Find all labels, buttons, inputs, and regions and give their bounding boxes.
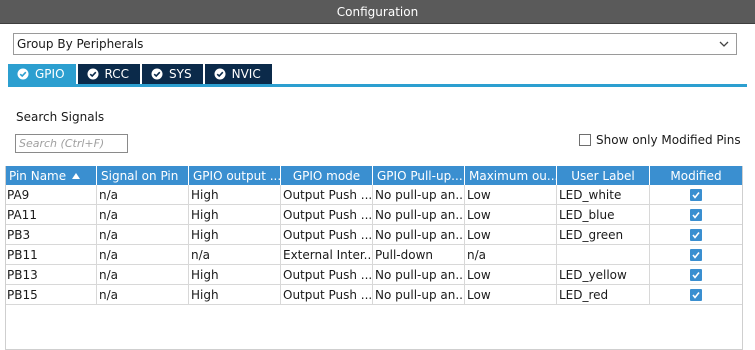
cell-mode: Output Push ... <box>281 265 373 285</box>
cell-modified[interactable] <box>650 285 743 305</box>
column-header-modified[interactable]: Modified <box>650 166 743 185</box>
cell-signal: n/a <box>97 185 189 205</box>
cell-label: LED_red <box>557 285 650 305</box>
tab-label: GPIO <box>35 67 65 81</box>
cell-signal: n/a <box>97 285 189 305</box>
window-title: Configuration <box>336 4 419 19</box>
tab-label: SYS <box>169 67 192 81</box>
cell-pull: No pull-up an... <box>373 225 465 245</box>
table-row[interactable]: PB15 n/a High Output Push ... No pull-up… <box>5 285 743 305</box>
configuration-titlebar: Configuration <box>0 0 755 24</box>
tab-gpio[interactable]: GPIO <box>8 64 76 84</box>
cell-pin: PB13 <box>5 265 97 285</box>
check-circle-icon <box>214 68 226 80</box>
table-row[interactable]: PA11 n/a High Output Push ... No pull-up… <box>5 205 743 225</box>
search-signals-label: Search Signals <box>16 110 105 124</box>
table-row[interactable]: PA9 n/a High Output Push ... No pull-up … <box>5 185 743 205</box>
cell-pin: PB3 <box>5 225 97 245</box>
cell-modified[interactable] <box>650 205 743 225</box>
cell-speed: Low <box>465 225 557 245</box>
cell-mode: Output Push ... <box>281 205 373 225</box>
cell-speed: Low <box>465 205 557 225</box>
cell-modified[interactable] <box>650 225 743 245</box>
cell-output: n/a <box>189 245 281 265</box>
cell-label: LED_blue <box>557 205 650 225</box>
cell-mode: Output Push ... <box>281 285 373 305</box>
tab-label: RCC <box>104 67 130 81</box>
cell-mode: Output Push ... <box>281 225 373 245</box>
column-header-pin-name[interactable]: Pin Name <box>5 166 97 185</box>
checkbox-checked-icon[interactable] <box>690 269 702 281</box>
chevron-down-icon <box>719 41 729 47</box>
search-input[interactable] <box>15 134 128 153</box>
cell-output: High <box>189 225 281 245</box>
cell-mode: External Inter... <box>281 245 373 265</box>
cell-modified[interactable] <box>650 185 743 205</box>
cell-signal: n/a <box>97 225 189 245</box>
table-header: Pin Name Signal on Pin GPIO output ... G… <box>5 166 743 185</box>
check-circle-icon <box>151 68 163 80</box>
checkbox-checked-icon[interactable] <box>690 209 702 221</box>
cell-label: LED_white <box>557 185 650 205</box>
tab-label: NVIC <box>231 67 261 81</box>
group-by-value: Group By Peripherals <box>17 37 144 51</box>
cell-output: High <box>189 205 281 225</box>
table-row[interactable]: PB3 n/a High Output Push ... No pull-up … <box>5 225 743 245</box>
cell-speed: Low <box>465 185 557 205</box>
cell-output: High <box>189 285 281 305</box>
sort-ascending-icon <box>72 172 81 179</box>
group-by-select[interactable]: Group By Peripherals <box>13 33 737 55</box>
column-header-user-label[interactable]: User Label <box>557 166 650 185</box>
cell-pull: Pull-down <box>373 245 465 265</box>
table-row[interactable]: PB11 n/a n/a External Inter... Pull-down… <box>5 245 743 265</box>
cell-speed: Low <box>465 265 557 285</box>
column-header-signal[interactable]: Signal on Pin <box>97 166 189 185</box>
cell-label: LED_yellow <box>557 265 650 285</box>
cell-pin: PB15 <box>5 285 97 305</box>
cell-pull: No pull-up an... <box>373 185 465 205</box>
column-header-gpio-pull[interactable]: GPIO Pull-up... <box>373 166 465 185</box>
cell-pull: No pull-up an... <box>373 285 465 305</box>
checkbox-checked-icon[interactable] <box>690 289 702 301</box>
cell-label: LED_green <box>557 225 650 245</box>
show-modified-label: Show only Modified Pins <box>596 133 741 147</box>
column-header-max-speed[interactable]: Maximum ou... <box>465 166 557 185</box>
cell-modified[interactable] <box>650 265 743 285</box>
checkbox-checked-icon[interactable] <box>690 189 702 201</box>
check-circle-icon <box>17 68 29 80</box>
cell-mode: Output Push ... <box>281 185 373 205</box>
cell-pull: No pull-up an... <box>373 265 465 285</box>
pin-table: Pin Name Signal on Pin GPIO output ... G… <box>5 166 743 305</box>
cell-modified[interactable] <box>650 245 743 265</box>
tab-sys[interactable]: SYS <box>142 64 203 84</box>
cell-speed: n/a <box>465 245 557 265</box>
cell-pin: PA11 <box>5 205 97 225</box>
column-header-gpio-mode[interactable]: GPIO mode <box>281 166 373 185</box>
checkbox-checked-icon[interactable] <box>690 229 702 241</box>
tab-nvic[interactable]: NVIC <box>204 64 272 84</box>
column-header-gpio-output[interactable]: GPIO output ... <box>189 166 281 185</box>
cell-speed: Low <box>465 285 557 305</box>
tab-rcc[interactable]: RCC <box>77 64 141 84</box>
cell-label <box>557 245 650 265</box>
column-header-label: Pin Name <box>9 168 67 183</box>
cell-signal: n/a <box>97 245 189 265</box>
cell-pull: No pull-up an... <box>373 205 465 225</box>
cell-output: High <box>189 185 281 205</box>
cell-output: High <box>189 265 281 285</box>
peripheral-tabs: GPIO RCC SYS NVIC <box>8 64 274 84</box>
check-circle-icon <box>87 68 99 80</box>
show-modified-checkbox[interactable] <box>579 134 591 146</box>
cell-pin: PB11 <box>5 245 97 265</box>
cell-signal: n/a <box>97 265 189 285</box>
table-row[interactable]: PB13 n/a High Output Push ... No pull-up… <box>5 265 743 285</box>
show-modified-toggle[interactable]: Show only Modified Pins <box>579 133 741 147</box>
checkbox-checked-icon[interactable] <box>690 249 702 261</box>
cell-signal: n/a <box>97 205 189 225</box>
tab-underline <box>8 84 747 87</box>
cell-pin: PA9 <box>5 185 97 205</box>
